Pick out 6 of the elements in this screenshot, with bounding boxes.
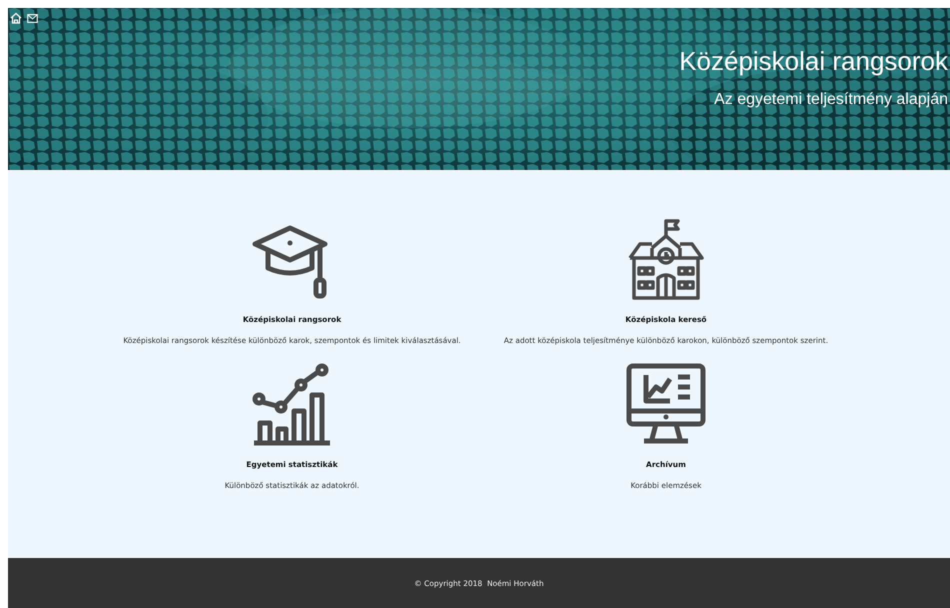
home-icon[interactable]: [10, 12, 22, 24]
page-subtitle: Az egyetemi teljesítmény alapján: [714, 91, 949, 109]
mail-icon[interactable]: [27, 14, 38, 22]
school-building-icon: [626, 218, 706, 302]
page-title: Középiskolai rangsorok: [679, 46, 949, 77]
bar-chart-icon: [252, 363, 332, 447]
